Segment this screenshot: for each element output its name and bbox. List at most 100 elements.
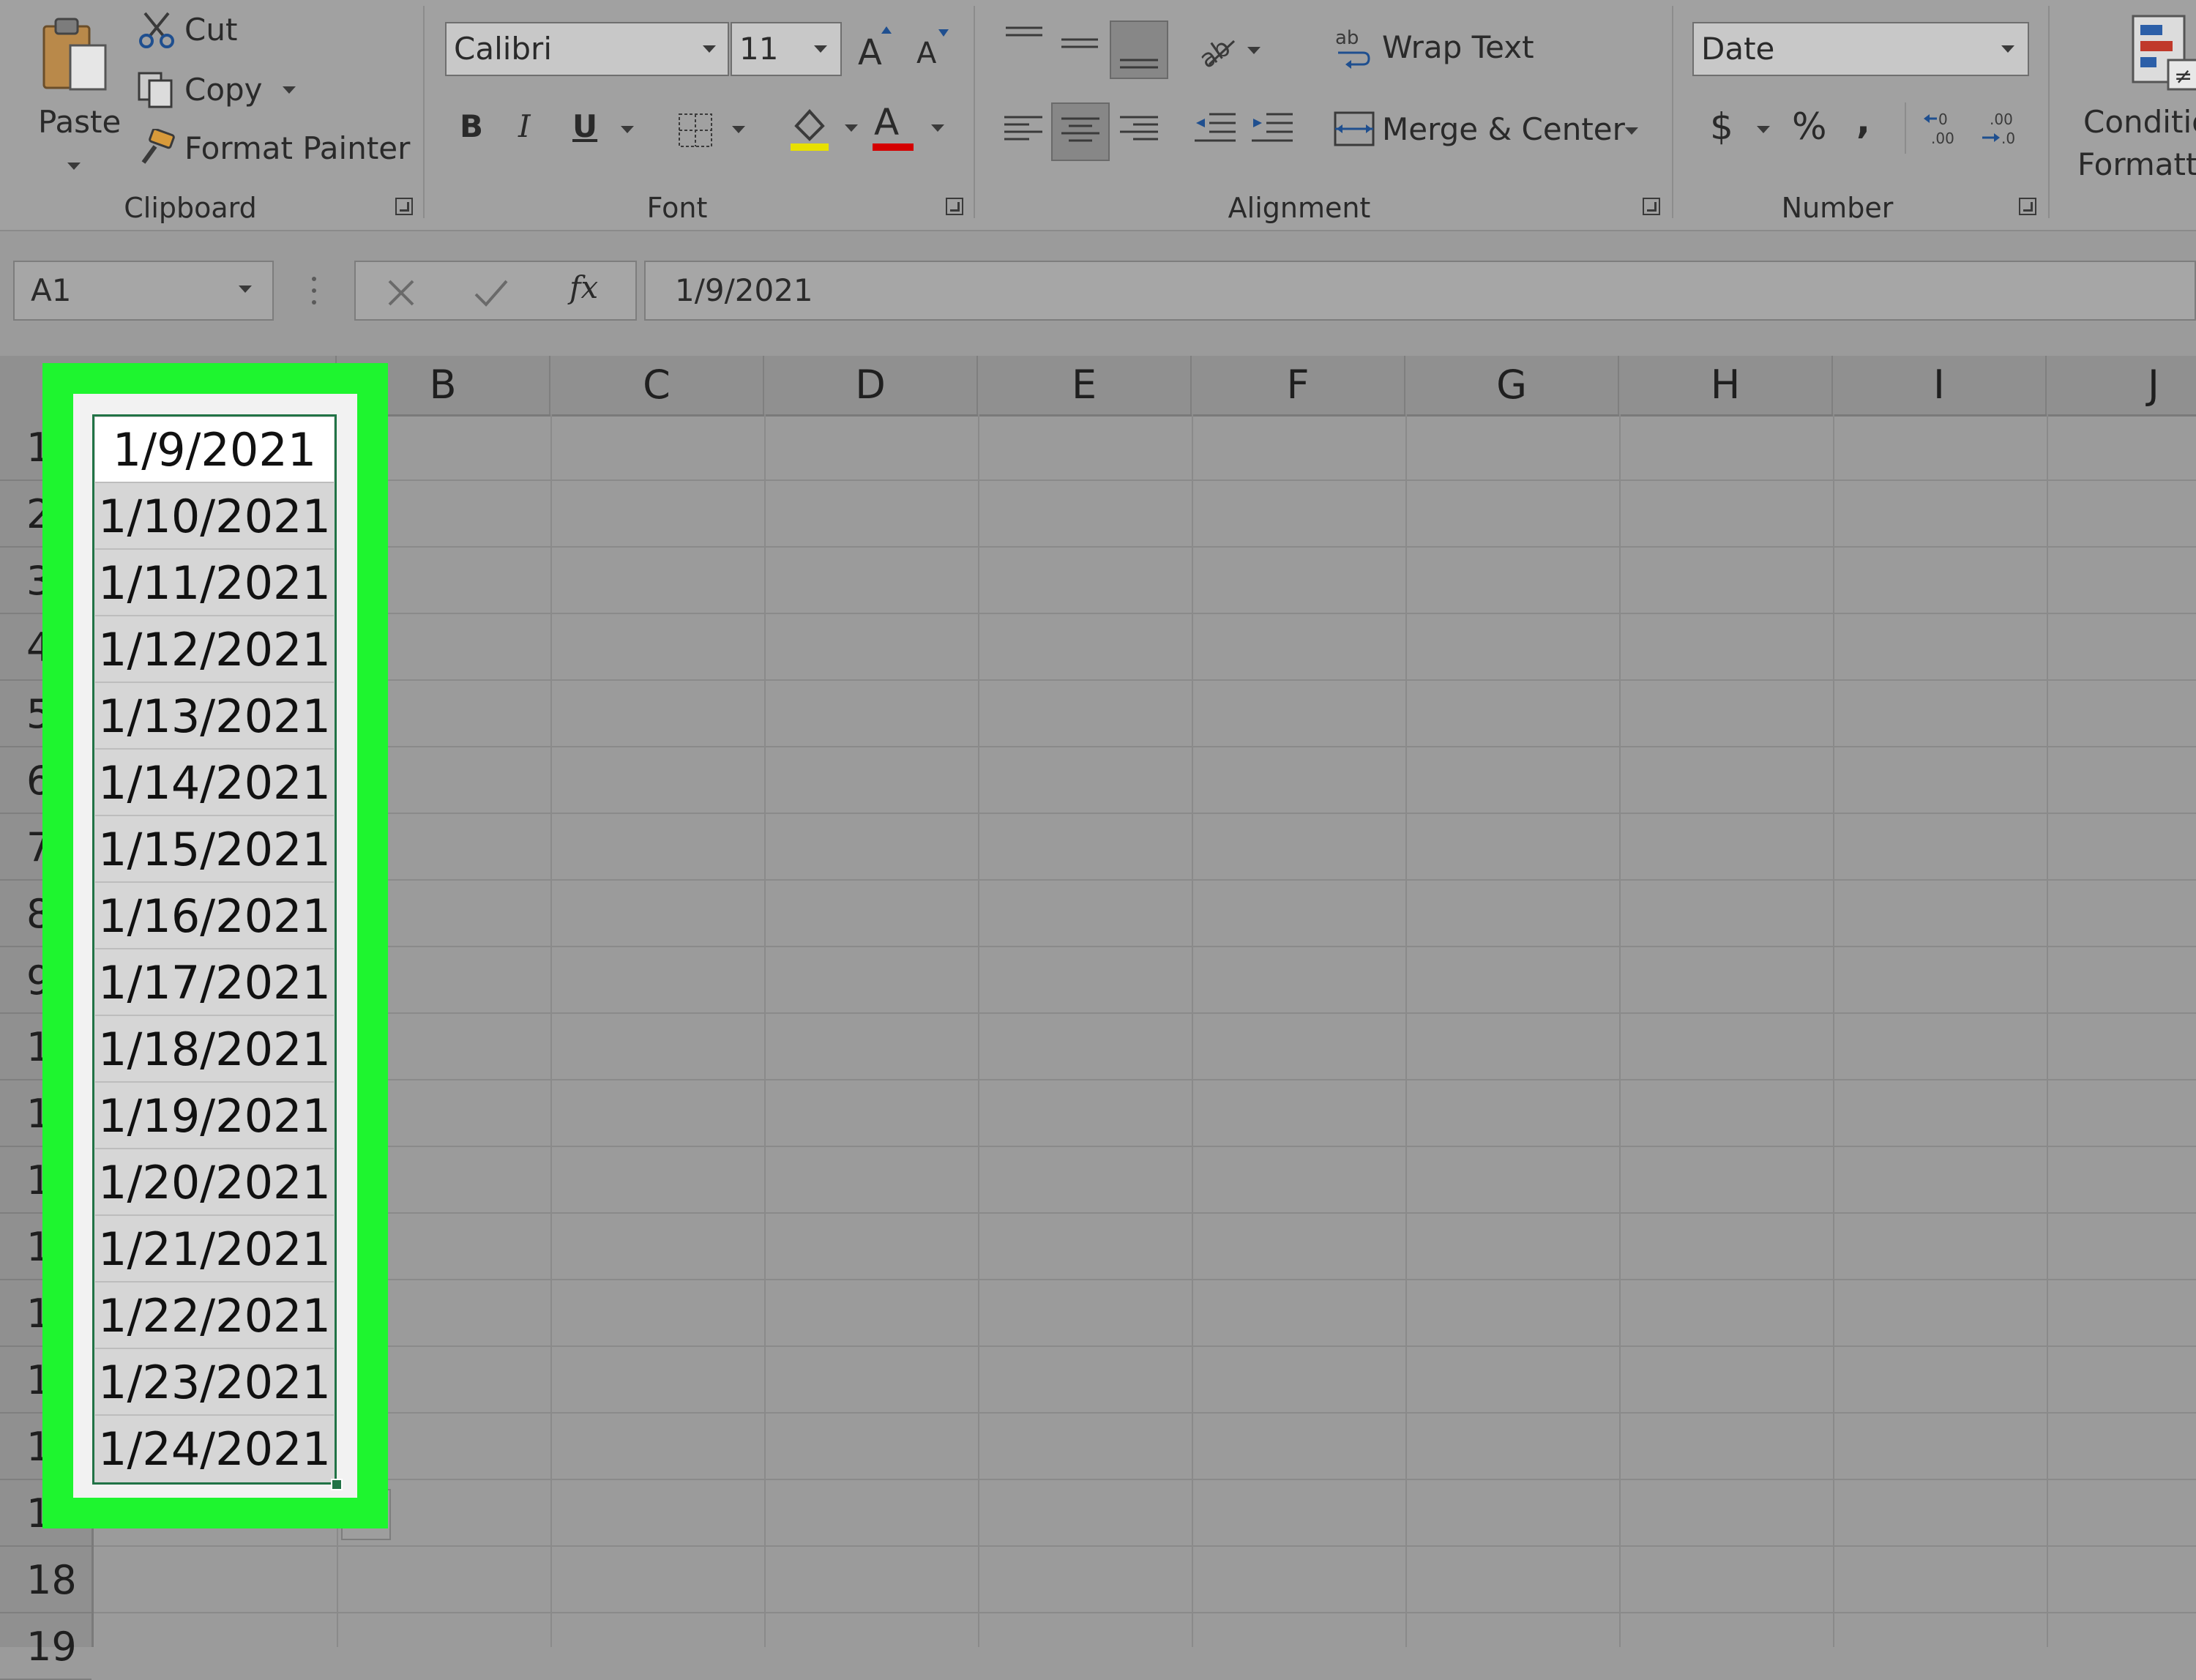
grid-line	[1192, 414, 1193, 1647]
row-header[interactable]: 18	[0, 1547, 92, 1613]
enter-checkmark-icon[interactable]	[473, 277, 509, 309]
alignment-dialog-launcher[interactable]	[1643, 198, 1660, 215]
paste-dropdown-caret[interactable]	[67, 163, 81, 170]
paste-label: Paste	[38, 104, 122, 140]
wrap-text-button[interactable]: ab Wrap Text	[1334, 23, 1553, 75]
grid-line	[764, 414, 766, 1647]
svg-text:ab: ab	[1195, 33, 1236, 69]
align-bottom-icon	[1120, 59, 1158, 69]
chevron-down-icon	[703, 45, 716, 53]
cancel-icon[interactable]	[385, 277, 417, 309]
font-size-value: 11	[739, 31, 779, 67]
align-middle-icon[interactable]	[1060, 32, 1099, 61]
column-header-c[interactable]: C	[550, 356, 764, 414]
font-name-dropdown[interactable]: Calibri	[445, 22, 729, 76]
group-separator	[2048, 6, 2050, 218]
name-box[interactable]: A1	[13, 261, 274, 321]
number-dialog-launcher[interactable]	[2019, 198, 2036, 215]
merge-center-label: Merge & Center	[1382, 111, 1625, 147]
font-size-dropdown[interactable]: 11	[731, 22, 842, 76]
bold-button[interactable]: B	[454, 105, 495, 152]
fill-color-button[interactable]	[786, 102, 867, 154]
align-center-button[interactable]	[1051, 102, 1110, 161]
copy-button[interactable]: Copy	[136, 66, 305, 113]
font-color-glyph: A	[874, 101, 900, 143]
grid-line	[94, 1279, 2196, 1280]
grid-line	[1619, 414, 1621, 1647]
column-header-g[interactable]: G	[1405, 356, 1619, 414]
clipboard-dialog-launcher[interactable]	[395, 198, 413, 215]
number-inner-separator	[1905, 102, 1906, 154]
decrease-indent-icon[interactable]	[1193, 111, 1237, 145]
cell-grid[interactable]	[94, 414, 2196, 1647]
number-format-dropdown[interactable]: Date	[1692, 22, 2029, 76]
grow-font-glyph: A	[858, 32, 882, 73]
wrap-text-label: Wrap Text	[1382, 29, 1534, 65]
svg-text:ab: ab	[1335, 27, 1359, 49]
grid-line	[94, 546, 2196, 548]
currency-label: $	[1710, 105, 1733, 148]
underline-label: U	[572, 108, 598, 144]
svg-text:0: 0	[1938, 111, 1948, 128]
underline-button[interactable]: U	[568, 105, 649, 152]
font-color-button[interactable]: A	[871, 101, 952, 154]
shrink-font-glyph: A	[916, 37, 937, 70]
conditional-formatting-button[interactable]: ≠ Conditio Formatti	[2072, 7, 2196, 183]
conditional-formatting-label-1: Conditio	[2083, 104, 2196, 140]
copy-label: Copy	[184, 72, 263, 108]
orientation-button[interactable]: ab	[1193, 26, 1266, 73]
percent-button[interactable]: %	[1789, 105, 1836, 152]
clipboard-group-label: Clipboard	[124, 192, 257, 224]
column-header-i[interactable]: I	[1833, 356, 2047, 414]
grid-line	[550, 414, 552, 1647]
highlight-frame	[42, 363, 388, 1528]
column-header-e[interactable]: E	[978, 356, 1192, 414]
align-top-icon[interactable]	[1004, 25, 1044, 54]
italic-label: I	[518, 108, 531, 144]
decrease-font-size-button[interactable]: A	[914, 25, 955, 76]
increase-font-size-button[interactable]: A	[855, 22, 896, 73]
comma-style-button[interactable]: ,	[1850, 100, 1880, 146]
chevron-down-icon	[239, 285, 252, 293]
ribbon: Paste Cut Copy Format Painter Clipboard …	[0, 0, 2196, 231]
copy-dropdown-caret[interactable]	[283, 86, 296, 94]
format-painter-button[interactable]: Format Painter	[136, 126, 410, 173]
grid-line	[94, 813, 2196, 814]
align-left-icon[interactable]	[1003, 114, 1044, 143]
scissors-icon	[139, 12, 174, 48]
chevron-down-icon	[1757, 126, 1770, 133]
grid-line	[94, 746, 2196, 747]
grid-line	[94, 679, 2196, 681]
font-dialog-launcher[interactable]	[946, 198, 963, 215]
align-bottom-button[interactable]	[1110, 20, 1168, 79]
column-header-h[interactable]: H	[1619, 356, 1833, 414]
svg-text:.00: .00	[1931, 130, 1954, 147]
insert-function-icon[interactable]: fx	[569, 269, 598, 305]
align-right-icon[interactable]	[1118, 114, 1159, 143]
conditional-formatting-icon: ≠	[2132, 15, 2196, 91]
up-arrow-icon	[881, 26, 892, 34]
grid-line	[94, 1345, 2196, 1347]
cut-button[interactable]: Cut	[136, 7, 253, 54]
currency-button[interactable]: $	[1707, 105, 1780, 152]
increase-decimal-icon[interactable]: 0 .00	[1922, 108, 1966, 149]
grid-line	[978, 414, 979, 1647]
merge-center-button[interactable]: Merge & Center	[1334, 105, 1648, 157]
decrease-decimal-icon[interactable]: .00 .0	[1979, 108, 2023, 149]
align-center-icon	[1061, 117, 1099, 142]
formula-bar-grip-icon[interactable]	[312, 277, 316, 306]
grid-line	[94, 1212, 2196, 1214]
column-header-d[interactable]: D	[764, 356, 978, 414]
grid-line	[94, 946, 2196, 947]
formula-input[interactable]: 1/9/2021	[644, 261, 2196, 321]
column-header-j[interactable]: J	[2047, 356, 2196, 414]
column-header-f[interactable]: F	[1192, 356, 1405, 414]
borders-button[interactable]	[673, 108, 754, 152]
increase-indent-icon[interactable]	[1250, 111, 1294, 145]
italic-button[interactable]: I	[509, 105, 550, 152]
grid-line	[94, 1479, 2196, 1480]
paste-button[interactable]: Paste	[22, 7, 124, 176]
bold-label: B	[460, 108, 484, 144]
svg-text:.0: .0	[2001, 130, 2015, 147]
formula-actions: fx	[354, 261, 637, 321]
